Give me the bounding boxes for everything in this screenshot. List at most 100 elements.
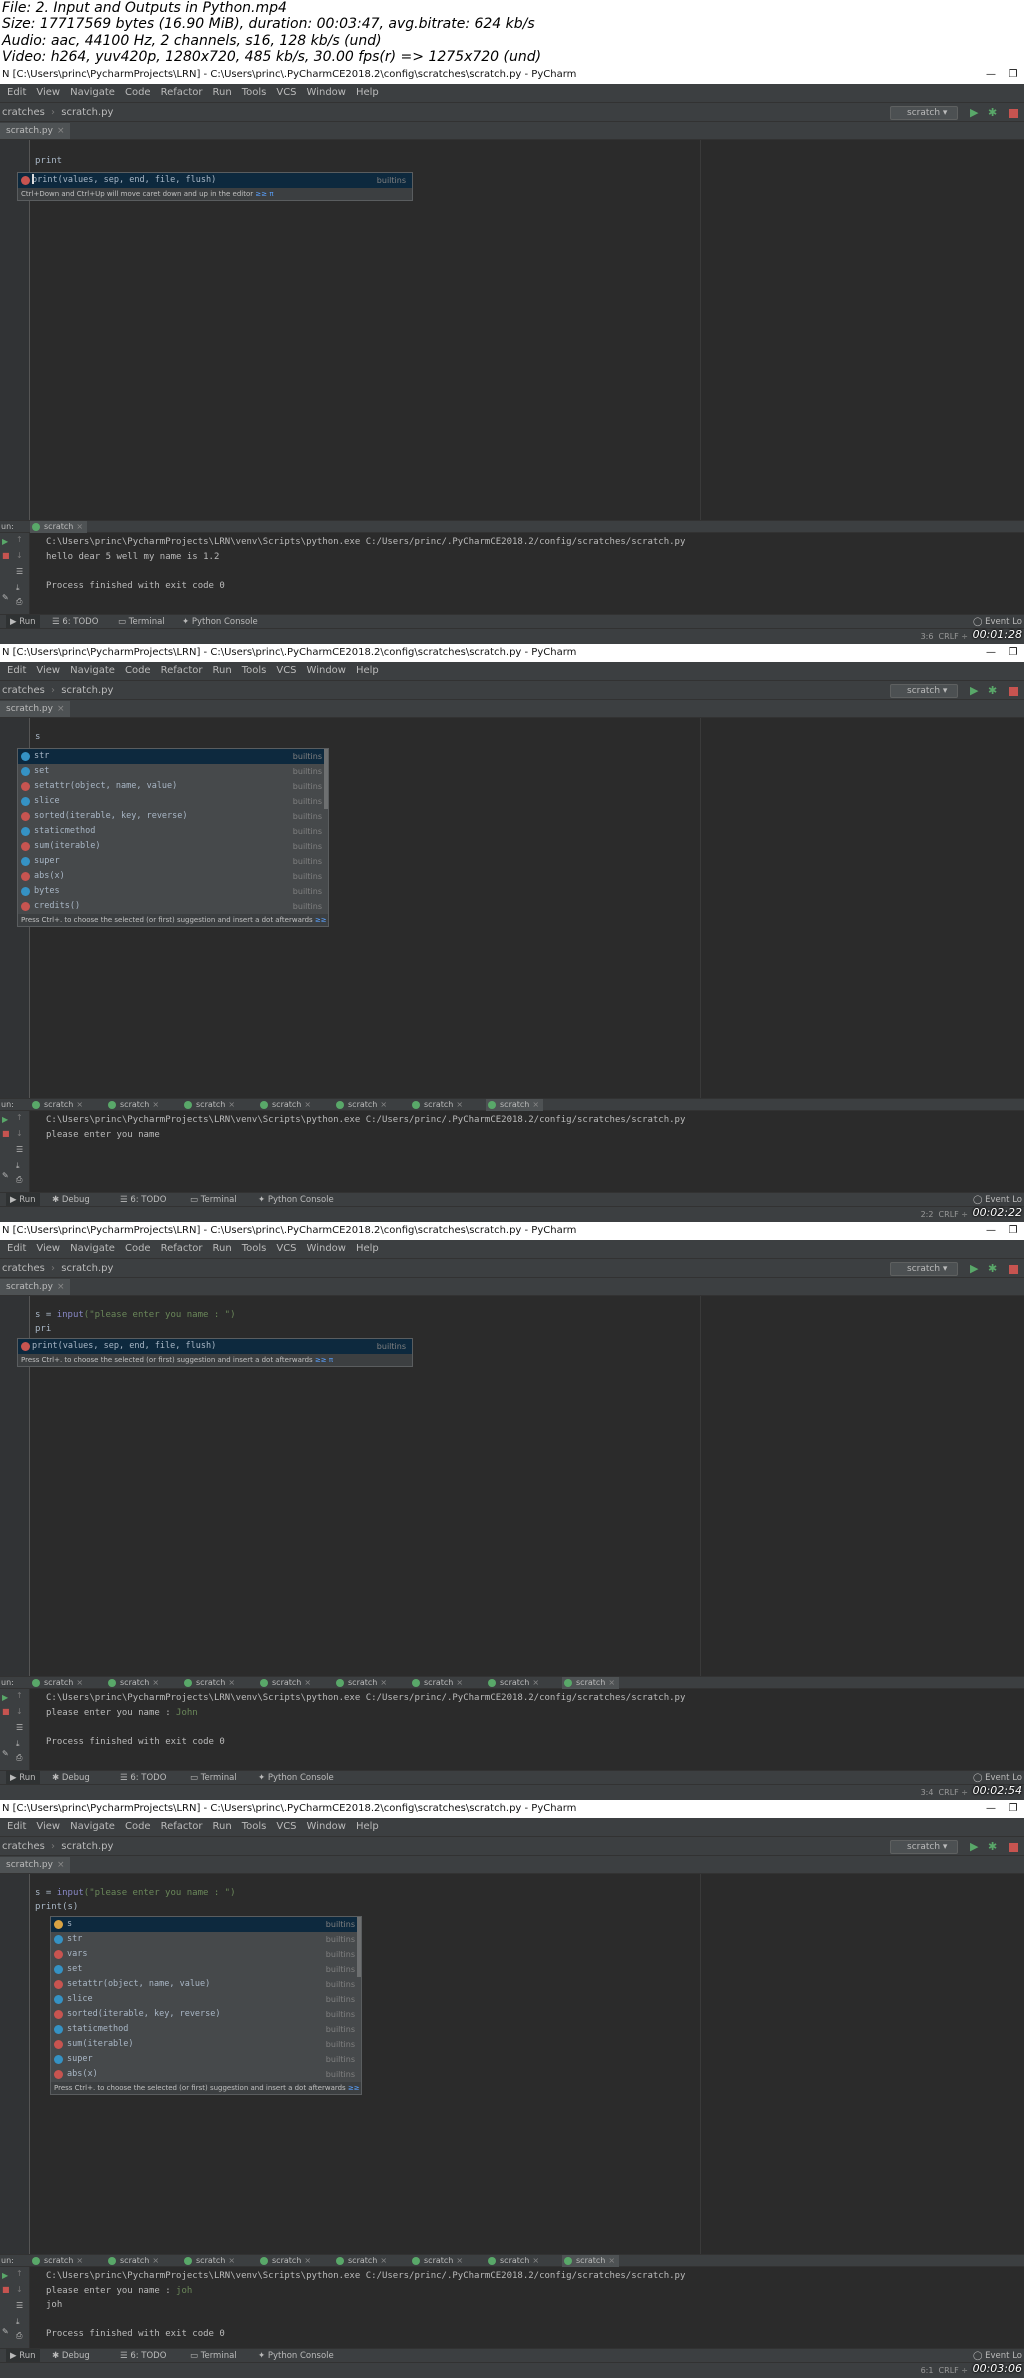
terminal-tool-button[interactable]: ▭ Terminal: [190, 1771, 237, 1785]
run-tab-scratch[interactable]: scratch ×: [334, 1099, 391, 1111]
menu-vcs[interactable]: VCS: [271, 84, 301, 102]
run-tab-scratch[interactable]: scratch ×: [562, 2255, 620, 2267]
stop-run-icon[interactable]: ■: [2, 1129, 10, 1138]
debug-bug-icon[interactable]: ✱: [988, 685, 1000, 697]
menu-tools[interactable]: Tools: [237, 1240, 272, 1258]
stop-icon[interactable]: [1009, 1843, 1018, 1852]
run-tab-scratch[interactable]: scratch ×: [486, 1677, 543, 1689]
soft-wrap-icon[interactable]: ☰: [16, 567, 23, 576]
completion-item[interactable]: credits() builtins: [18, 899, 328, 914]
run-play-icon[interactable]: ▶: [970, 107, 982, 119]
editor-tab-scratch[interactable]: scratch.py ×: [0, 1279, 71, 1295]
menu-navigate[interactable]: Navigate: [65, 662, 120, 680]
run-config-dropdown[interactable]: scratch ▾: [890, 106, 958, 120]
stop-icon[interactable]: [1009, 109, 1018, 118]
popup-scrollbar[interactable]: [357, 1917, 361, 1977]
print-icon[interactable]: ⎙: [16, 597, 22, 607]
menu-view[interactable]: View: [31, 1240, 65, 1258]
close-icon[interactable]: ×: [377, 1100, 387, 1109]
scroll-up-icon[interactable]: ↑: [16, 535, 23, 544]
menu-navigate[interactable]: Navigate: [65, 84, 120, 102]
completion-item[interactable]: slice builtins: [51, 1992, 361, 2007]
run-console[interactable]: ▶ ↑ ■ ↓ ☰ ⤓ ⎙ ✎ C:\Users\princ\PycharmPr…: [0, 2267, 1024, 2348]
debug-bug-icon[interactable]: ✱: [988, 1841, 1000, 1853]
run-tab-scratch[interactable]: scratch ×: [258, 1099, 315, 1111]
menu-window[interactable]: Window: [302, 1240, 351, 1258]
breadcrumb-scratches[interactable]: cratches: [2, 1263, 45, 1274]
close-icon[interactable]: ×: [53, 126, 65, 136]
python-console-button[interactable]: ✦ Python Console: [258, 1771, 334, 1785]
completion-item[interactable]: str builtins: [18, 749, 328, 764]
close-icon[interactable]: ×: [53, 1282, 65, 1292]
menu-refactor[interactable]: Refactor: [156, 1818, 208, 1836]
completion-hint-link[interactable]: ≥≥ π: [255, 190, 273, 198]
menu-help[interactable]: Help: [351, 1818, 384, 1836]
menu-run[interactable]: Run: [208, 1240, 237, 1258]
popup-scrollbar[interactable]: [324, 749, 328, 809]
close-icon[interactable]: ×: [73, 1678, 83, 1687]
completion-item[interactable]: super builtins: [51, 2052, 361, 2067]
scroll-down-icon[interactable]: ↓: [16, 1129, 23, 1138]
close-icon[interactable]: ×: [225, 1678, 235, 1687]
stop-icon[interactable]: [1009, 687, 1018, 696]
run-play-icon[interactable]: ▶: [970, 1841, 982, 1853]
pin-icon[interactable]: ✎: [2, 1749, 9, 1758]
breadcrumb-file[interactable]: scratch.py: [61, 107, 113, 118]
breadcrumb-scratches[interactable]: cratches: [2, 685, 45, 696]
print-icon[interactable]: ⎙: [16, 2331, 22, 2341]
close-icon[interactable]: ×: [301, 1100, 311, 1109]
pin-icon[interactable]: ✎: [2, 2327, 9, 2336]
close-icon[interactable]: ×: [377, 1678, 387, 1687]
run-tab-scratch[interactable]: scratch ×: [410, 1677, 467, 1689]
menu-vcs[interactable]: VCS: [271, 1240, 301, 1258]
maximize-button[interactable]: ❐: [1002, 644, 1024, 662]
autocomplete-popup[interactable]: print(values, sep, end, file, flush) buil…: [17, 172, 413, 201]
run-tab-scratch[interactable]: scratch ×: [182, 2255, 239, 2267]
scroll-up-icon[interactable]: ↑: [16, 1691, 23, 1700]
run-tab-scratch[interactable]: scratch ×: [106, 1099, 163, 1111]
python-console-button[interactable]: ✦ Python Console: [258, 2349, 334, 2363]
close-icon[interactable]: ×: [225, 1100, 235, 1109]
completion-item[interactable]: staticmethod builtins: [18, 824, 328, 839]
run-tab-scratch[interactable]: scratch ×: [410, 1099, 467, 1111]
minimize-button[interactable]: —: [980, 1800, 1002, 1818]
scroll-end-icon[interactable]: ⤓: [16, 583, 20, 593]
run-tab-scratch[interactable]: scratch ×: [258, 1677, 315, 1689]
print-icon[interactable]: ⎙: [16, 1753, 22, 1763]
run-tab-scratch[interactable]: scratch ×: [182, 1677, 239, 1689]
rerun-icon[interactable]: ▶: [2, 1115, 8, 1124]
run-config-dropdown[interactable]: scratch ▾: [890, 1262, 958, 1276]
breadcrumb-scratches[interactable]: cratches: [2, 1841, 45, 1852]
close-icon[interactable]: ×: [453, 2256, 463, 2265]
debug-tool-button[interactable]: ✱ Debug: [52, 1193, 90, 1207]
close-icon[interactable]: ×: [53, 704, 65, 714]
scroll-down-icon[interactable]: ↓: [16, 2285, 23, 2294]
run-play-icon[interactable]: ▶: [970, 1263, 982, 1275]
completion-item[interactable]: sum(iterable) builtins: [18, 839, 328, 854]
completion-item[interactable]: abs(x) builtins: [51, 2067, 361, 2082]
terminal-tool-button[interactable]: ▭ Terminal: [190, 2349, 237, 2363]
menu-tools[interactable]: Tools: [237, 1818, 272, 1836]
terminal-tool-button[interactable]: ▭ Terminal: [190, 1193, 237, 1207]
close-icon[interactable]: ×: [605, 2256, 615, 2265]
stop-run-icon[interactable]: ■: [2, 2285, 10, 2294]
close-icon[interactable]: ×: [529, 2256, 539, 2265]
minimize-button[interactable]: —: [980, 66, 1002, 84]
menu-edit[interactable]: Edit: [2, 1240, 31, 1258]
autocomplete-popup[interactable]: s builtins str builtins vars builtins set built…: [50, 1916, 362, 2095]
menu-edit[interactable]: Edit: [2, 1818, 31, 1836]
menu-navigate[interactable]: Navigate: [65, 1240, 120, 1258]
run-tool-button[interactable]: ▶ Run: [6, 615, 40, 629]
completion-item[interactable]: print(values, sep, end, file, flush) buil…: [18, 173, 412, 188]
close-icon[interactable]: ×: [149, 1678, 159, 1687]
completion-item[interactable]: print(values, sep, end, file, flush) buil…: [18, 1339, 412, 1354]
code-editor[interactable]: print print(values, sep, end, file, flus…: [0, 140, 1024, 520]
run-tool-button[interactable]: ▶ Run: [6, 2349, 40, 2363]
run-tab-scratch[interactable]: scratch ×: [258, 2255, 315, 2267]
run-tab-scratch[interactable]: scratch ×: [106, 1677, 163, 1689]
run-tab-scratch[interactable]: scratch ×: [486, 2255, 543, 2267]
menu-code[interactable]: Code: [120, 84, 156, 102]
minimize-button[interactable]: —: [980, 644, 1002, 662]
stop-run-icon[interactable]: ■: [2, 1707, 10, 1716]
menu-window[interactable]: Window: [302, 662, 351, 680]
